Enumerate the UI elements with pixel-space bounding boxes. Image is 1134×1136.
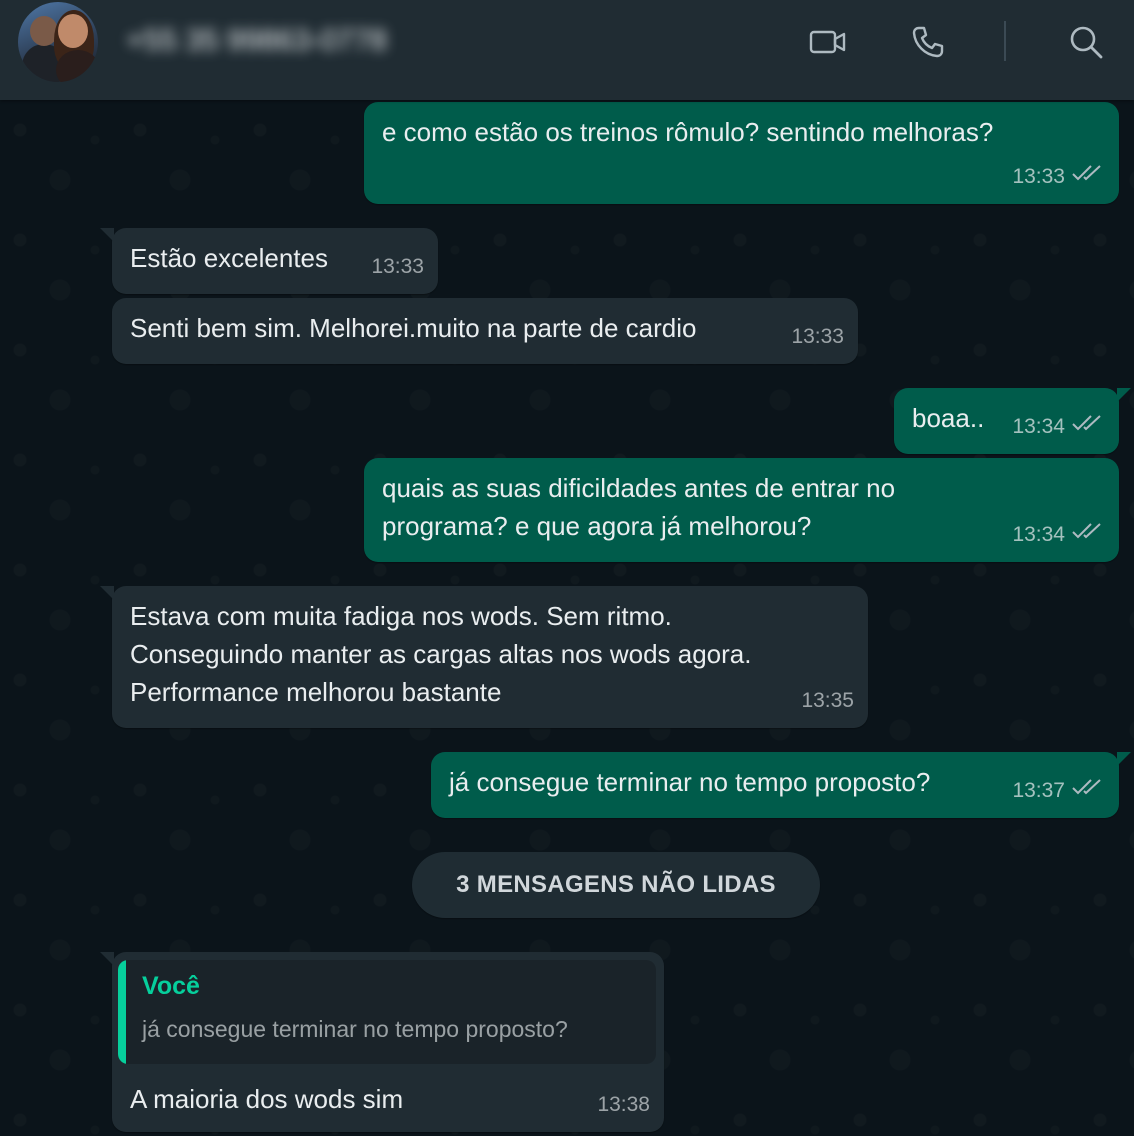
message-meta: 13:34 <box>1012 408 1105 446</box>
message-meta: 13:34 <box>1012 516 1105 554</box>
read-receipt-icon <box>1071 772 1105 810</box>
search-icon[interactable] <box>1066 22 1106 62</box>
message-meta: 13:33 <box>371 248 424 286</box>
message-time: 13:33 <box>371 255 424 278</box>
message-time: 13:34 <box>1012 415 1065 438</box>
quoted-message[interactable]: Você já consegue terminar no tempo propo… <box>118 960 656 1064</box>
chat-window: +55 35 99863-0778 e como estão os treino… <box>0 0 1134 1136</box>
message-text: A maioria dos wods sim <box>130 1084 404 1114</box>
message-bubble-outgoing[interactable]: e como estão os treinos rômulo? sentindo… <box>364 102 1119 204</box>
read-receipt-icon <box>1071 408 1105 446</box>
message-time: 13:34 <box>1012 523 1065 546</box>
message-text: Estão excelentes <box>130 243 329 273</box>
chat-header: +55 35 99863-0778 <box>0 0 1134 100</box>
message-meta: 13:33 <box>791 318 844 356</box>
message-time: 13:33 <box>791 325 844 348</box>
message-text-line: Performance melhorou bastante <box>130 677 502 707</box>
message-time: 13:35 <box>801 689 854 712</box>
message-meta: 13:37 <box>1012 772 1105 810</box>
unread-messages-divider: 3 MENSAGENS NÃO LIDAS <box>412 852 820 918</box>
message-text: já consegue terminar no tempo proposto? <box>449 767 931 797</box>
message-bubble-incoming[interactable]: Senti bem sim. Melhorei.muito na parte d… <box>112 298 858 364</box>
message-text: Senti bem sim. Melhorei.muito na parte d… <box>130 313 697 343</box>
message-time: 13:37 <box>1012 779 1065 802</box>
message-bubble-outgoing[interactable]: boaa.. 13:34 <box>894 388 1131 454</box>
contact-avatar[interactable] <box>18 2 98 82</box>
message-meta: 13:35 <box>801 682 854 720</box>
message-text: boaa.. <box>912 403 985 433</box>
read-receipt-icon <box>1071 516 1105 554</box>
message-text-line: programa? e que agora já melhorou? <box>382 511 812 541</box>
message-meta: 13:38 <box>597 1086 650 1124</box>
video-call-icon[interactable] <box>808 22 848 62</box>
message-text: e como estão os treinos rômulo? sentindo… <box>382 117 994 147</box>
quote-accent-bar <box>118 960 126 1064</box>
voice-call-icon[interactable] <box>908 22 948 62</box>
message-time: 13:33 <box>1012 165 1065 188</box>
message-bubble-incoming[interactable]: Estava com muita fadiga nos wods. Sem ri… <box>100 586 868 728</box>
message-text-line: Estava com muita fadiga nos wods. Sem ri… <box>130 601 672 631</box>
message-time: 13:38 <box>597 1093 650 1116</box>
quote-text: já consegue terminar no tempo proposto? <box>142 1016 568 1042</box>
message-bubble-incoming[interactable]: Estão excelentes 13:33 <box>100 228 438 294</box>
quote-author: Você <box>142 972 200 1000</box>
message-text-line: quais as suas dificildades antes de entr… <box>382 473 896 503</box>
message-text-line: Conseguindo manter as cargas altas nos w… <box>130 639 752 669</box>
message-bubble-outgoing[interactable]: já consegue terminar no tempo proposto? … <box>431 752 1131 818</box>
read-receipt-icon <box>1071 158 1105 196</box>
header-divider <box>1004 21 1006 61</box>
contact-name[interactable]: +55 35 99863-0778 <box>126 22 416 60</box>
message-bubble-outgoing[interactable]: quais as suas dificildades antes de entr… <box>364 458 1119 562</box>
message-meta: 13:33 <box>1012 158 1105 196</box>
